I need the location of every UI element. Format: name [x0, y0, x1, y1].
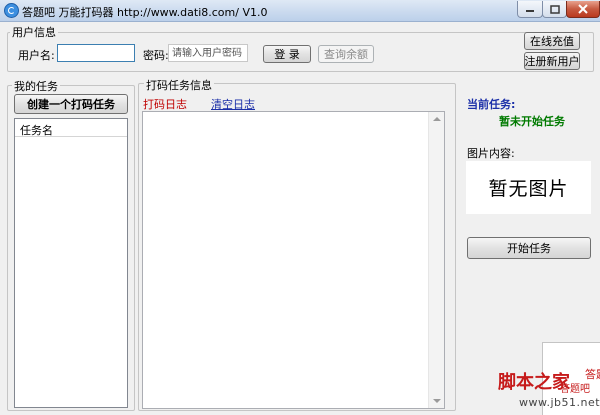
scroll-down-icon[interactable] — [433, 398, 441, 404]
recharge-button[interactable]: 在线充值 — [524, 32, 580, 50]
current-task-label: 当前任务: — [467, 98, 516, 111]
log-textarea[interactable] — [142, 111, 445, 409]
task-list[interactable]: 任务名 — [14, 118, 128, 408]
task-info-legend: 打码任务信息 — [144, 77, 214, 93]
register-button[interactable]: 注册新用户 — [524, 52, 580, 70]
window-title: 答题吧 万能打码器 http://www.dati8.com/ V1.0 — [22, 6, 268, 19]
log-scrollbar[interactable] — [428, 112, 444, 408]
login-button[interactable]: 登 录 — [263, 45, 311, 63]
image-content-label: 图片内容: — [467, 147, 515, 160]
minimize-icon — [526, 10, 534, 12]
password-label: 密码: — [143, 49, 169, 62]
minimize-button[interactable] — [517, 1, 543, 18]
close-button[interactable] — [566, 1, 600, 18]
task-name-column-header[interactable]: 任务名 — [15, 119, 127, 137]
no-image-text: 暂无图片 — [488, 178, 569, 200]
username-label: 用户名: — [18, 49, 55, 62]
query-balance-button[interactable]: 查询余额 — [318, 45, 374, 63]
title-bar[interactable]: 答题吧 万能打码器 http://www.dati8.com/ V1.0 — [0, 0, 600, 22]
scroll-up-icon[interactable] — [433, 116, 441, 122]
image-preview: 暂无图片 — [466, 161, 591, 214]
maximize-icon — [549, 4, 560, 14]
user-info-legend: 用户信息 — [10, 24, 58, 40]
username-input[interactable] — [57, 44, 135, 62]
watermark-site-url: www.jb51.net — [519, 396, 600, 409]
close-icon — [578, 4, 588, 14]
clear-log-link[interactable]: 清空日志 — [211, 96, 255, 112]
current-task-value: 暂未开始任务 — [499, 115, 565, 128]
app-logo-icon — [4, 3, 19, 18]
password-input[interactable] — [168, 44, 248, 62]
create-task-button[interactable]: 创建一个打码任务 — [14, 94, 128, 114]
log-tab[interactable]: 打码日志 — [143, 96, 187, 112]
maximize-button[interactable] — [542, 1, 567, 18]
my-tasks-legend: 我的任务 — [12, 78, 60, 94]
watermark-site-name: 脚本之家 — [498, 372, 570, 393]
start-task-button[interactable]: 开始任务 — [467, 237, 591, 259]
